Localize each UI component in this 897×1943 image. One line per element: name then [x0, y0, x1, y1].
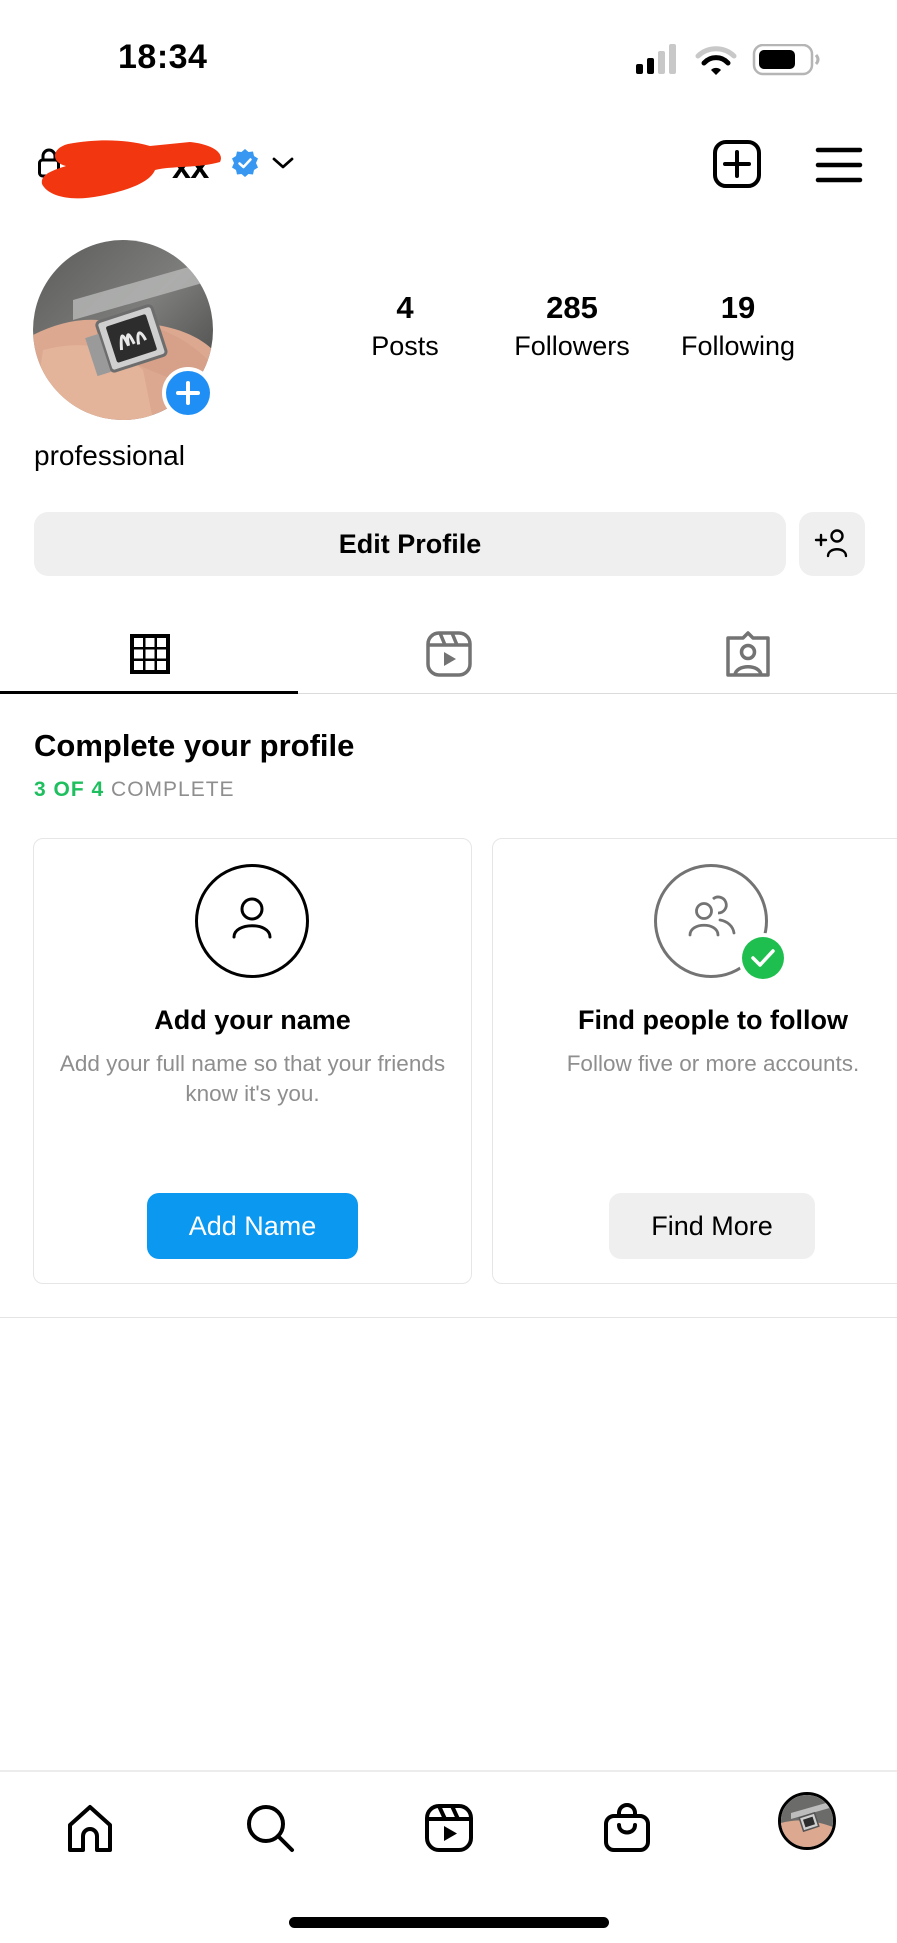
- stat-value: 4: [396, 290, 414, 325]
- nav-reels[interactable]: [417, 1796, 481, 1860]
- edit-profile-button[interactable]: Edit Profile: [34, 512, 786, 576]
- chevron-down-icon[interactable]: [272, 154, 294, 172]
- task-icon-circle: [195, 864, 309, 978]
- progress-label: COMPLETE: [111, 778, 235, 801]
- task-title: Add your name: [154, 1005, 351, 1035]
- status-icons: [636, 44, 820, 76]
- stat-value: 19: [720, 290, 756, 325]
- stat-label: Following: [680, 331, 796, 361]
- nav-profile[interactable]: [778, 1792, 836, 1850]
- complete-profile-title: Complete your profile: [34, 728, 355, 763]
- task-title: Find people to follow: [578, 1005, 848, 1035]
- home-indicator[interactable]: [289, 1917, 609, 1928]
- tab-tagged[interactable]: [598, 615, 897, 693]
- shopping-bag-icon: [604, 1803, 650, 1852]
- wifi-icon: [695, 46, 737, 75]
- nav-search[interactable]: [238, 1796, 302, 1860]
- grid-icon: [129, 634, 170, 674]
- profile-avatar: [781, 1795, 833, 1847]
- stat-label: Followers: [514, 331, 630, 361]
- profile-task-card-add-name: Add your name Add your full name so that…: [33, 838, 472, 1284]
- battery-icon: [752, 44, 820, 76]
- task-description: Add your full name so that your friends …: [59, 1051, 446, 1106]
- active-tab-indicator: [0, 691, 298, 694]
- plus-square-icon[interactable]: [712, 140, 764, 190]
- profile-category: professional: [34, 440, 185, 471]
- stat-following[interactable]: 19 Following: [653, 290, 823, 364]
- plus-icon: [176, 381, 200, 405]
- person-icon: [232, 897, 272, 939]
- home-icon: [68, 1805, 112, 1852]
- nav-home[interactable]: [58, 1796, 122, 1860]
- bottom-nav-divider: [0, 1770, 897, 1772]
- reels-icon: [425, 1804, 473, 1852]
- add-name-button[interactable]: Add Name: [147, 1193, 358, 1259]
- stat-followers[interactable]: 285 Followers: [487, 290, 657, 364]
- section-divider: [0, 1317, 897, 1318]
- tab-divider: [298, 693, 897, 694]
- task-description: Follow five or more accounts.: [566, 1051, 860, 1076]
- stat-value: 285: [546, 290, 598, 325]
- nav-shop[interactable]: [595, 1796, 659, 1860]
- tab-reels[interactable]: [299, 615, 598, 693]
- tab-posts-grid[interactable]: [0, 615, 299, 693]
- tagged-person-icon: [725, 631, 770, 677]
- stat-label: Posts: [371, 331, 439, 361]
- add-person-icon: [814, 528, 848, 557]
- status-time: 18:34: [118, 38, 208, 76]
- search-icon: [247, 1805, 294, 1852]
- verified-badge-icon: [232, 149, 258, 177]
- signal-icon: [636, 44, 676, 74]
- discover-people-button[interactable]: [799, 512, 865, 576]
- reels-icon: [425, 631, 472, 677]
- hamburger-menu-icon[interactable]: [814, 146, 864, 184]
- add-story-button[interactable]: [162, 367, 214, 419]
- find-more-button[interactable]: Find More: [609, 1193, 815, 1259]
- progress-count: 3 OF 4: [34, 778, 105, 801]
- complete-profile-progress: 3 OF 4 COMPLETE: [34, 778, 235, 802]
- profile-task-card-find-people: Find people to follow Follow five or mor…: [492, 838, 897, 1284]
- stat-posts[interactable]: 4 Posts: [320, 290, 490, 364]
- completed-check-icon: [738, 933, 788, 983]
- redaction-mark: [41, 140, 221, 199]
